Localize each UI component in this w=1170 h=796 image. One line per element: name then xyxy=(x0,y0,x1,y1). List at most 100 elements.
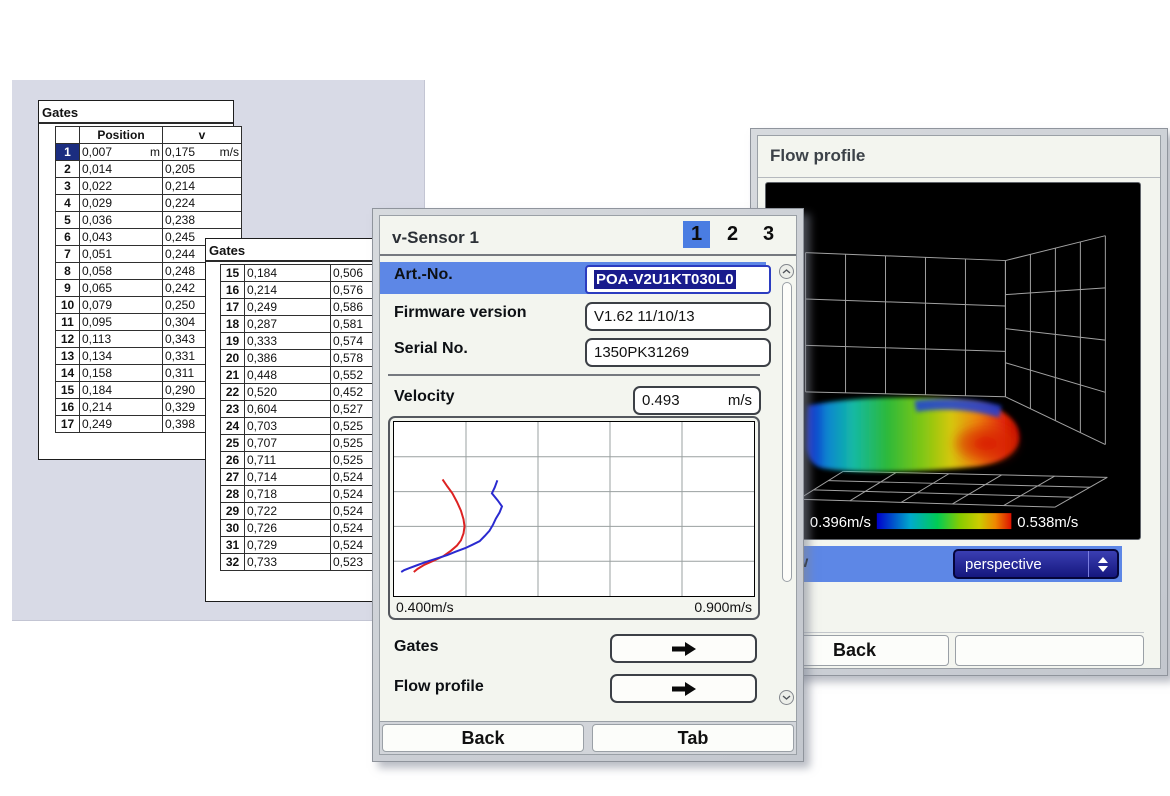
flow-3d-canvas: 0.396m/s 0.538m/s xyxy=(766,183,1138,537)
tab-3[interactable]: 3 xyxy=(755,221,782,248)
gates-cell: 25 xyxy=(221,435,245,452)
artno-value: POA-V2U1KT030L0 xyxy=(594,270,736,289)
gates-cell: 32 xyxy=(221,554,245,571)
scroll-down-icon[interactable] xyxy=(779,690,794,705)
gates-cell: 0,184 xyxy=(80,382,163,399)
gates-row[interactable]: 50,0360,238 xyxy=(56,212,242,229)
velocity-row[interactable]: Velocity 0.493 m/s xyxy=(380,384,766,412)
tab-2[interactable]: 2 xyxy=(719,221,746,248)
gates-cell: 0,205 xyxy=(163,161,242,178)
gates-cell: 23 xyxy=(221,401,245,418)
flow-profile-nav-button[interactable] xyxy=(610,674,757,703)
gates-cell: 17 xyxy=(221,299,245,316)
chart-min-label: 0.400m/s xyxy=(396,599,454,615)
gates-cell: 0,051 xyxy=(80,246,163,263)
gates-cell: 0,014 xyxy=(80,161,163,178)
gates-cell: 0,707 xyxy=(245,435,331,452)
gates-cell: 5 xyxy=(56,212,80,229)
gates-cell: 0,520 xyxy=(245,384,331,401)
gates-cell: 8 xyxy=(56,263,80,280)
gates-nav-label: Gates xyxy=(394,638,438,656)
gates-cell: 13 xyxy=(56,348,80,365)
serial-label: Serial No. xyxy=(394,340,468,358)
flow-empty-button[interactable] xyxy=(955,635,1144,666)
gates-cell: 0,238 xyxy=(163,212,242,229)
gates-cell: 0,007m xyxy=(80,144,163,161)
gates-cell: 0,175m/s xyxy=(163,144,242,161)
gates-cell: 0,029 xyxy=(80,195,163,212)
gates-cell: 16 xyxy=(56,399,80,416)
serial-field[interactable]: 1350PK31269 xyxy=(585,338,771,367)
gates-cell: 0,022 xyxy=(80,178,163,195)
sensor-footer: Back Tab xyxy=(380,721,796,754)
scrollbar-track[interactable] xyxy=(782,282,792,582)
gates-row[interactable]: 40,0290,224 xyxy=(56,195,242,212)
gates-cell: 0,214 xyxy=(80,399,163,416)
artno-label: Art.-No. xyxy=(394,266,453,284)
chart-max-label: 0.900m/s xyxy=(694,599,752,615)
tab-1[interactable]: 1 xyxy=(683,221,710,248)
sensor-title: v-Sensor 1 xyxy=(392,228,479,248)
dropdown-spinner-icon[interactable] xyxy=(1088,551,1117,577)
gates-cell: 0,095 xyxy=(80,314,163,331)
scale-min-label: 0.396m/s xyxy=(810,515,871,531)
gates-cell: 19 xyxy=(221,333,245,350)
flow-profile-window: Flow profile xyxy=(750,128,1168,676)
flow-blob xyxy=(806,397,1021,471)
view-dropdown[interactable]: perspective xyxy=(953,549,1119,579)
gates-cell: 3 xyxy=(56,178,80,195)
separator xyxy=(388,374,760,376)
serial-row[interactable]: Serial No. 1350PK31269 xyxy=(380,336,766,366)
v-sensor-window: v-Sensor 1 1 2 3 Art.-No. POA-V2U1KT030L… xyxy=(372,208,804,762)
gates-cell: 0,718 xyxy=(245,486,331,503)
color-scale: 0.396m/s 0.538m/s xyxy=(810,513,1078,531)
gates-cell: 21 xyxy=(221,367,245,384)
gates-cell: 0,214 xyxy=(163,178,242,195)
gates-cell: 10 xyxy=(56,297,80,314)
gates-row[interactable]: 20,0140,205 xyxy=(56,161,242,178)
firmware-value: V1.62 11/10/13 xyxy=(594,308,695,325)
gates-row[interactable]: 10,007m0,175m/s xyxy=(56,144,242,161)
gates-cell: 0,224 xyxy=(163,195,242,212)
gates-cell: 0,249 xyxy=(80,416,163,433)
gates-cell: 0,113 xyxy=(80,331,163,348)
gates-cell: 29 xyxy=(221,503,245,520)
gates-window-1-title: Gates xyxy=(39,101,233,124)
gates-cell: 20 xyxy=(221,350,245,367)
gates-nav-button[interactable] xyxy=(610,634,757,663)
sensor-tab-button[interactable]: Tab xyxy=(592,724,794,752)
firmware-row[interactable]: Firmware version V1.62 11/10/13 xyxy=(380,300,766,330)
gates-cell: 0,079 xyxy=(80,297,163,314)
gates-cell: 0,333 xyxy=(245,333,331,350)
scroll-up-icon[interactable] xyxy=(779,264,794,279)
gates-cell: 0,158 xyxy=(80,365,163,382)
gates-cell: 0,214 xyxy=(245,282,331,299)
velocity-field[interactable]: 0.493 m/s xyxy=(633,386,761,415)
gates-cell: 26 xyxy=(221,452,245,469)
gates-cell: 15 xyxy=(221,265,245,282)
artno-field[interactable]: POA-V2U1KT030L0 xyxy=(585,265,771,294)
gates-row[interactable]: 30,0220,214 xyxy=(56,178,242,195)
velocity-label: Velocity xyxy=(394,388,454,406)
gates-cell: 0,058 xyxy=(80,263,163,280)
gates-cell: 0,733 xyxy=(245,554,331,571)
gates-cell: 1 xyxy=(56,144,80,161)
chevron-down-icon xyxy=(782,695,791,700)
artno-row[interactable]: Art.-No. POA-V2U1KT030L0 xyxy=(380,262,766,294)
gates-cell: 31 xyxy=(221,537,245,554)
gates-cell: 9 xyxy=(56,280,80,297)
gates-cell: 14 xyxy=(56,365,80,382)
gates-cell: 2 xyxy=(56,161,80,178)
gates-cell: 11 xyxy=(56,314,80,331)
sensor-back-button[interactable]: Back xyxy=(382,724,584,752)
gates-nav-row: Gates xyxy=(380,634,766,666)
firmware-field[interactable]: V1.62 11/10/13 xyxy=(585,302,771,331)
velocity-profile-chart: 0.400m/s 0.900m/s xyxy=(388,416,760,620)
gates-cell: 6 xyxy=(56,229,80,246)
gates-cell: 0,711 xyxy=(245,452,331,469)
gates-cell: 0,184 xyxy=(245,265,331,282)
flow-profile-nav-row: Flow profile xyxy=(380,674,766,706)
gates-cell: 0,036 xyxy=(80,212,163,229)
gates-cell: 7 xyxy=(56,246,80,263)
gates-cell: 0,386 xyxy=(245,350,331,367)
